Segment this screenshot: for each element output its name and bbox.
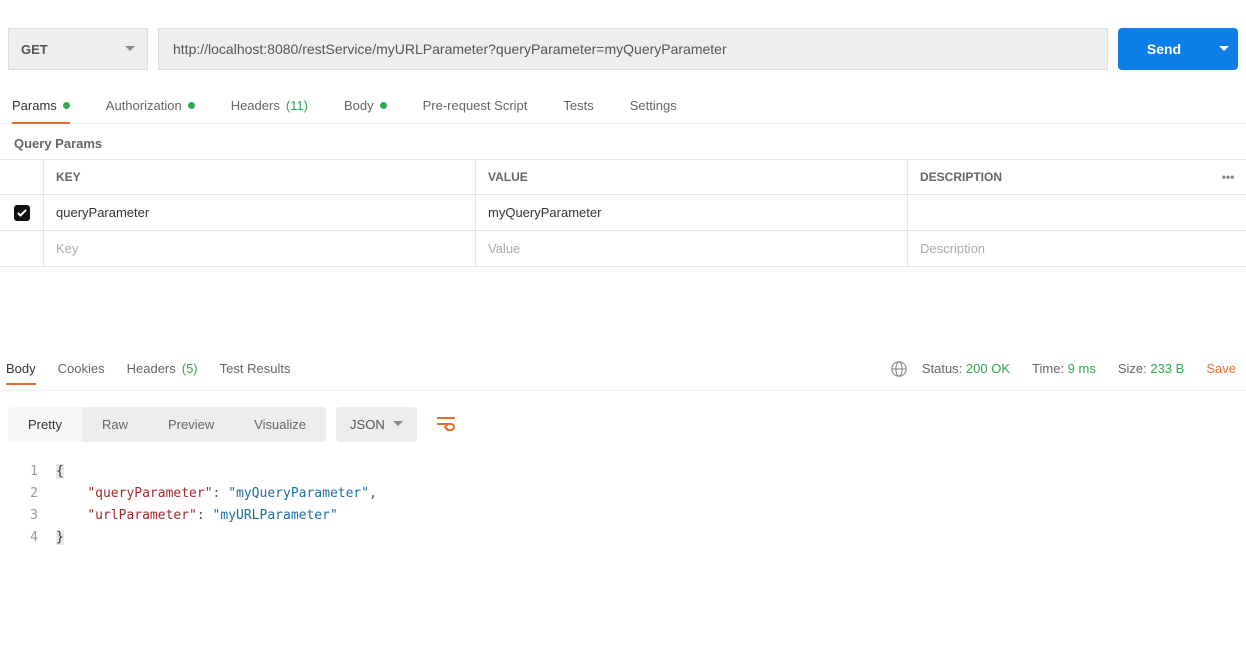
row-spacer	[1210, 195, 1246, 230]
tab-settings[interactable]: Settings	[630, 98, 677, 123]
resp-tab-test-results[interactable]: Test Results	[220, 353, 291, 384]
col-key-header: KEY	[44, 160, 476, 194]
request-bar: GET Send	[0, 0, 1246, 80]
query-params-table: KEY VALUE DESCRIPTION ••• queryParameter…	[0, 159, 1246, 267]
row-spacer	[1210, 231, 1246, 266]
param-key-cell[interactable]: queryParameter	[44, 195, 476, 230]
send-dropdown-toggle[interactable]	[1210, 46, 1238, 52]
code-line: 1{	[0, 461, 1246, 483]
code-line: 2 "queryParameter": "myQueryParameter",	[0, 483, 1246, 505]
response-tabs: Body Cookies Headers (5) Test Results	[6, 353, 290, 384]
tab-label: Headers	[127, 361, 176, 376]
row-checkbox-cell	[0, 231, 44, 266]
status-meta: Status: 200 OK	[922, 361, 1010, 376]
code-line: 4}	[0, 527, 1246, 549]
param-key-input[interactable]: Key	[44, 231, 476, 266]
headers-count: (5)	[182, 361, 198, 376]
tab-label: Test Results	[220, 361, 291, 376]
resp-tab-cookies[interactable]: Cookies	[58, 353, 105, 384]
status-dot-icon	[188, 102, 195, 109]
view-pretty[interactable]: Pretty	[8, 407, 82, 442]
globe-icon[interactable]	[890, 360, 908, 378]
tab-label: Body	[344, 98, 374, 113]
format-select[interactable]: JSON	[336, 407, 417, 442]
param-description-cell[interactable]	[908, 195, 1210, 230]
tab-label: Tests	[563, 98, 593, 113]
line-number: 4	[0, 527, 56, 549]
response-toolbar: Pretty Raw Preview Visualize JSON	[0, 391, 1246, 457]
time-value: 9 ms	[1068, 361, 1096, 376]
code-content: "urlParameter": "myURLParameter"	[56, 505, 338, 527]
param-description-input[interactable]: Description	[908, 231, 1210, 266]
tab-authorization[interactable]: Authorization	[106, 98, 195, 123]
view-preview[interactable]: Preview	[148, 407, 234, 442]
bulk-edit-toggle[interactable]: •••	[1210, 160, 1246, 194]
tab-label: Body	[6, 361, 36, 376]
row-checkbox-cell	[0, 195, 44, 230]
resp-tab-body[interactable]: Body	[6, 353, 36, 384]
view-visualize[interactable]: Visualize	[234, 407, 326, 442]
code-content: {	[56, 461, 64, 483]
time-meta: Time: 9 ms	[1032, 361, 1096, 376]
tab-label: Settings	[630, 98, 677, 113]
col-description-header: DESCRIPTION	[908, 160, 1210, 194]
url-input[interactable]	[158, 28, 1108, 70]
view-mode-group: Pretty Raw Preview Visualize	[8, 407, 326, 442]
save-response-button[interactable]: Save	[1206, 361, 1236, 376]
chevron-down-icon	[1219, 46, 1229, 52]
tab-body[interactable]: Body	[344, 98, 387, 123]
http-method-label: GET	[21, 42, 48, 57]
response-header: Body Cookies Headers (5) Test Results St…	[0, 353, 1246, 390]
row-checkbox[interactable]	[14, 205, 30, 221]
line-number: 3	[0, 505, 56, 527]
http-method-select[interactable]: GET	[8, 28, 148, 70]
tab-label: Authorization	[106, 98, 182, 113]
status-dot-icon	[63, 102, 70, 109]
line-number: 2	[0, 483, 56, 505]
size-label: Size:	[1118, 361, 1147, 376]
tab-label: Cookies	[58, 361, 105, 376]
code-content: }	[56, 527, 64, 549]
response-section: Body Cookies Headers (5) Test Results St…	[0, 353, 1246, 549]
param-value-cell[interactable]: myQueryParameter	[476, 195, 908, 230]
status-label: Status:	[922, 361, 962, 376]
send-button-label: Send	[1118, 41, 1210, 57]
wrap-lines-button[interactable]	[427, 405, 465, 443]
table-row: queryParameter myQueryParameter	[0, 195, 1246, 231]
tab-prerequest-script[interactable]: Pre-request Script	[423, 98, 528, 123]
send-button[interactable]: Send	[1118, 28, 1238, 70]
response-body-code[interactable]: 1{2 "queryParameter": "myQueryParameter"…	[0, 457, 1246, 549]
size-meta: Size: 233 B	[1118, 361, 1185, 376]
tab-tests[interactable]: Tests	[563, 98, 593, 123]
code-content: "queryParameter": "myQueryParameter",	[56, 483, 377, 505]
tab-headers[interactable]: Headers (11)	[231, 98, 308, 123]
status-dot-icon	[380, 102, 387, 109]
table-header-row: KEY VALUE DESCRIPTION •••	[0, 160, 1246, 195]
size-value: 233 B	[1150, 361, 1184, 376]
line-number: 1	[0, 461, 56, 483]
wrap-icon	[436, 416, 456, 432]
chevron-down-icon	[125, 46, 135, 52]
tab-label: Pre-request Script	[423, 98, 528, 113]
tab-label: Params	[12, 98, 57, 113]
code-line: 3 "urlParameter": "myURLParameter"	[0, 505, 1246, 527]
col-value-header: VALUE	[476, 160, 908, 194]
query-params-title: Query Params	[0, 124, 1246, 159]
headers-count: (11)	[286, 98, 308, 113]
chevron-down-icon	[393, 421, 403, 427]
request-tabs: Params Authorization Headers (11) Body P…	[0, 80, 1246, 124]
col-check-header	[0, 160, 44, 194]
status-value: 200 OK	[966, 361, 1010, 376]
tab-label: Headers	[231, 98, 280, 113]
resp-tab-headers[interactable]: Headers (5)	[127, 353, 198, 384]
check-icon	[17, 209, 27, 217]
time-label: Time:	[1032, 361, 1064, 376]
tab-params[interactable]: Params	[12, 98, 70, 123]
format-label: JSON	[350, 417, 385, 432]
table-row-new: Key Value Description	[0, 231, 1246, 266]
view-raw[interactable]: Raw	[82, 407, 148, 442]
param-value-input[interactable]: Value	[476, 231, 908, 266]
